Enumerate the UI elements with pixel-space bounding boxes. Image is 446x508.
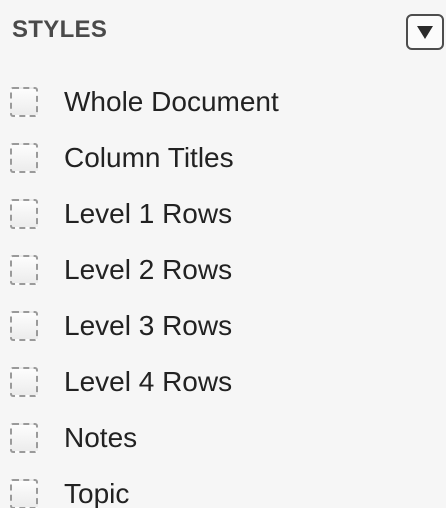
styles-panel: STYLES Whole Document Column Titles Leve… [0,0,446,508]
style-item-notes[interactable]: Notes [10,410,279,466]
style-item-level-1-rows[interactable]: Level 1 Rows [10,186,279,242]
styles-header: STYLES [12,14,446,50]
panel-title: STYLES [12,16,108,43]
style-label: Level 4 Rows [64,366,233,397]
styles-menu-button[interactable] [406,14,444,50]
style-item-level-4-rows[interactable]: Level 4 Rows [10,354,279,410]
style-item-whole-document[interactable]: Whole Document [10,74,279,130]
style-label: Level 2 Rows [64,254,233,285]
style-checkbox[interactable] [10,255,38,285]
style-item-topic[interactable]: Topic [10,466,279,508]
style-label: Level 1 Rows [64,198,233,229]
styles-list: Whole Document Column Titles Level 1 Row… [10,74,279,508]
style-item-level-2-rows[interactable]: Level 2 Rows [10,242,279,298]
style-checkbox[interactable] [10,199,38,229]
style-checkbox[interactable] [10,143,38,173]
style-item-column-titles[interactable]: Column Titles [10,130,279,186]
style-label: Notes [64,422,138,453]
style-checkbox[interactable] [10,311,38,341]
style-checkbox[interactable] [10,87,38,117]
style-label: Level 3 Rows [64,310,233,341]
style-checkbox[interactable] [10,367,38,397]
triangle-down-icon [417,26,433,39]
style-label: Column Titles [64,142,234,173]
style-label: Whole Document [64,86,279,117]
style-item-level-3-rows[interactable]: Level 3 Rows [10,298,279,354]
style-checkbox[interactable] [10,423,38,453]
style-checkbox[interactable] [10,479,38,508]
style-label: Topic [64,478,130,508]
